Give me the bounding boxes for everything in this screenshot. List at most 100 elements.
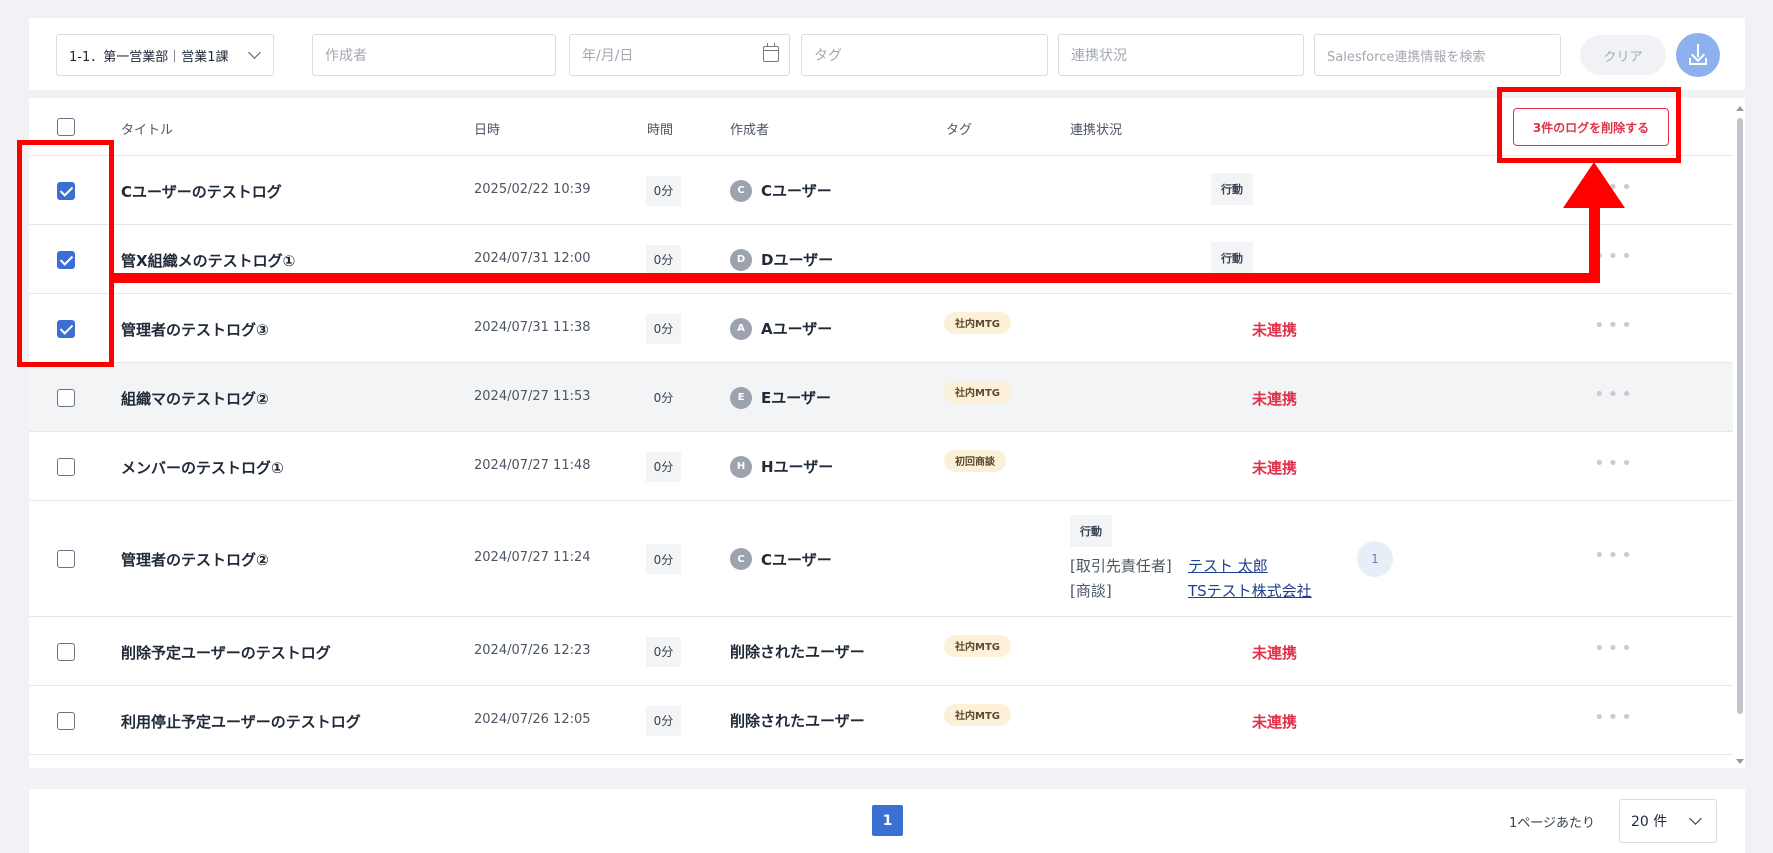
page-button-current[interactable]: 1 (872, 805, 903, 836)
log-duration: 0分 (646, 175, 681, 206)
log-title[interactable]: 管理者のテストログ③ (121, 319, 269, 340)
deal-label: [商談] (1070, 582, 1112, 600)
table-row[interactable]: Cユーザーのテストログ 2025/02/22 10:39 0分 C Cユーザー 行動 ••• (29, 156, 1733, 225)
header-duration: 時間 (647, 123, 674, 138)
log-author: 削除されたユーザー (730, 641, 865, 662)
log-duration: 0分 (646, 544, 681, 574)
select-all-checkbox[interactable] (57, 118, 75, 136)
table-row[interactable]: 組織マのテストログ② 2024/07/27 11:53 0分 E Eユーザー 社内MTG 未… (29, 363, 1733, 432)
log-title[interactable]: メンバーのテストログ① (121, 457, 284, 478)
log-duration: 0分 (646, 313, 681, 344)
row-checkbox[interactable] (57, 457, 75, 476)
row-checkbox[interactable] (57, 250, 75, 269)
salesforce-search-input[interactable]: Salesforce連携情報を検索 (1314, 34, 1561, 76)
log-author: D Dユーザー (730, 248, 833, 271)
tag-filter-input[interactable]: タグ (801, 34, 1048, 76)
more-options-icon[interactable]: ••• (1594, 246, 1635, 267)
log-title[interactable]: 削除予定ユーザーのテストログ (121, 642, 331, 663)
header-title: タイトル (121, 123, 174, 138)
table-scrollbar[interactable] (1734, 104, 1745, 768)
scroll-down-icon[interactable] (1736, 759, 1744, 764)
status-unlinked: 未連携 (1252, 389, 1298, 408)
avatar: E (730, 386, 752, 409)
avatar: D (730, 248, 752, 271)
author-name: 削除されたユーザー (730, 642, 865, 661)
department-select[interactable]: 1-1．第一営業部｜営業1課 (56, 34, 274, 76)
avatar: C (730, 179, 752, 202)
scroll-up-icon[interactable] (1736, 106, 1744, 111)
row-checkbox[interactable] (57, 550, 75, 568)
status-unlinked: 未連携 (1252, 320, 1298, 339)
log-date: 2024/07/26 12:23 (474, 642, 591, 658)
more-options-icon[interactable]: ••• (1594, 638, 1635, 659)
more-options-icon[interactable]: ••• (1594, 177, 1635, 198)
per-page-label: 1ページあたり (1509, 816, 1596, 831)
author-filter-placeholder: 作成者 (325, 48, 367, 64)
author-name: 削除されたユーザー (730, 711, 865, 730)
author-filter-input[interactable]: 作成者 (312, 34, 556, 76)
log-date: 2024/07/31 11:38 (474, 319, 591, 335)
table-row[interactable]: 削除予定ユーザーのテストログ 2024/07/26 12:23 0分 削除されたユーザ… (29, 617, 1733, 686)
link-count-badge[interactable]: 1 (1357, 541, 1393, 577)
more-options-icon[interactable]: ••• (1594, 545, 1635, 566)
scrollbar-thumb[interactable] (1737, 118, 1743, 714)
author-name: Aユーザー (761, 320, 833, 338)
header-status: 連携状況 (1070, 123, 1123, 138)
log-author: 削除されたユーザー (730, 710, 865, 731)
log-author: C Cユーザー (730, 548, 832, 570)
clear-button[interactable]: クリア (1580, 35, 1666, 75)
row-checkbox[interactable] (57, 388, 75, 407)
header-date: 日時 (474, 123, 501, 138)
log-title[interactable]: Cユーザーのテストログ (121, 181, 282, 202)
row-checkbox[interactable] (57, 181, 75, 200)
log-title[interactable]: 組織マのテストログ② (121, 388, 269, 409)
contact-label: [取引先責任者] (1070, 557, 1172, 575)
per-page-select[interactable]: 20 件 (1619, 799, 1717, 843)
delete-logs-button[interactable]: 3件のログを削除する (1513, 108, 1669, 146)
contact-link[interactable]: テスト 太郎 (1188, 555, 1268, 576)
pagination-bar: 1 1ページあたり 20 件 (29, 789, 1745, 853)
table-row[interactable]: 管X組織メのテストログ① 2024/07/31 12:00 0分 D Dユーザー 行動 ••… (29, 225, 1733, 294)
log-author: C Cユーザー (730, 179, 832, 202)
department-select-value: 1-1．第一営業部｜営業1課 (69, 49, 229, 65)
status-filter-input[interactable]: 連携状況 (1058, 34, 1304, 76)
status-filter-placeholder: 連携状況 (1071, 48, 1127, 64)
table-row[interactable]: 利用停止予定ユーザーのテストログ 2024/07/26 12:05 0分 削除されたユ… (29, 686, 1733, 755)
table-row[interactable]: メンバーのテストログ① 2024/07/27 11:48 0分 H Hユーザー 初回商談 未… (29, 432, 1733, 501)
row-checkbox[interactable] (57, 642, 75, 661)
chevron-down-icon (1689, 812, 1702, 825)
tag-badge: 社内MTG (944, 634, 1011, 657)
salesforce-search-placeholder: Salesforce連携情報を検索 (1327, 49, 1486, 65)
log-title[interactable]: 管X組織メのテストログ① (121, 250, 295, 271)
row-checkbox[interactable] (57, 711, 75, 730)
date-filter-input[interactable]: 年/月/日 (569, 34, 790, 76)
more-options-icon[interactable]: ••• (1594, 707, 1635, 728)
log-author: A Aユーザー (730, 317, 833, 340)
more-options-icon[interactable]: ••• (1594, 453, 1635, 474)
row-checkbox[interactable] (57, 319, 75, 338)
table-row[interactable]: 管理者のテストログ③ 2024/07/31 11:38 0分 A Aユーザー 社内MTG 未… (29, 294, 1733, 363)
log-date: 2025/02/22 10:39 (474, 181, 591, 197)
more-options-icon[interactable]: ••• (1594, 384, 1635, 405)
header-tag: タグ (946, 123, 973, 138)
per-page-value: 20 件 (1631, 814, 1668, 830)
calendar-icon[interactable] (763, 43, 779, 62)
log-duration: 0分 (646, 244, 681, 275)
log-duration: 0分 (646, 705, 681, 736)
table-row[interactable]: 管理者のテストログ② 2024/07/27 11:24 0分 C Cユーザー 行動 [取引先… (29, 501, 1733, 617)
log-duration: 0分 (646, 636, 681, 667)
log-duration: 0分 (653, 391, 674, 405)
download-button[interactable] (1676, 33, 1720, 77)
tag-badge: 初回商談 (944, 449, 1006, 472)
date-filter-placeholder: 年/月/日 (582, 48, 634, 64)
log-title[interactable]: 利用停止予定ユーザーのテストログ (121, 711, 361, 732)
status-unlinked: 未連携 (1252, 643, 1298, 662)
avatar: H (730, 455, 752, 478)
author-name: Cユーザー (761, 182, 832, 200)
log-author: H Hユーザー (730, 455, 833, 478)
more-options-icon[interactable]: ••• (1594, 315, 1635, 336)
log-title[interactable]: 管理者のテストログ② (121, 549, 269, 570)
log-date: 2024/07/27 11:48 (474, 457, 591, 473)
tag-badge: 社内MTG (944, 311, 1011, 334)
deal-link[interactable]: TSテスト株式会社 (1188, 580, 1312, 601)
